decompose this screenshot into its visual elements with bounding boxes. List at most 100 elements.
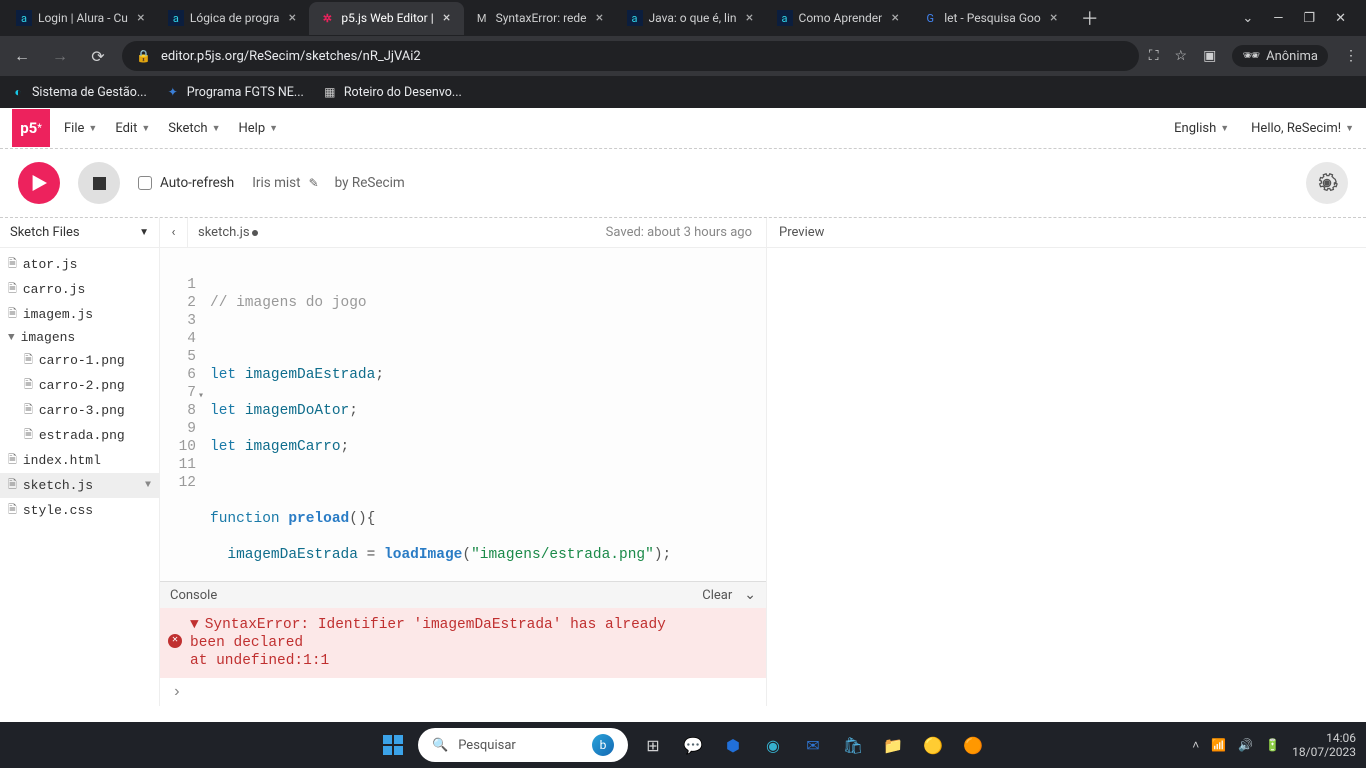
console-error: ✕ ▼SyntaxError: Identifier 'imagemDaEstr…: [160, 608, 766, 678]
file-item[interactable]: 🗎index.html: [0, 448, 159, 473]
chevron-down-icon[interactable]: ▼: [145, 480, 151, 491]
browser-tab-active[interactable]: ✲ p5.js Web Editor | ×: [309, 2, 463, 35]
file-item[interactable]: 🗎carro.js: [0, 277, 159, 302]
file-item[interactable]: 🗎carro-3.png: [0, 398, 159, 423]
maximize-icon[interactable]: ❐: [1303, 11, 1315, 26]
pencil-icon[interactable]: ✎: [309, 176, 319, 190]
minimize-icon[interactable]: ―: [1273, 11, 1283, 26]
search-icon: 🔍: [432, 738, 448, 753]
explorer-icon[interactable]: 📁: [878, 730, 908, 760]
auto-refresh-toggle[interactable]: Auto-refresh: [138, 175, 234, 191]
browser-tab[interactable]: a Como Aprender ×: [767, 2, 913, 35]
sketch-files-header[interactable]: Sketch Files ▼: [0, 218, 159, 248]
taskbar-search[interactable]: 🔍 Pesquisar b: [418, 728, 628, 762]
menu-edit[interactable]: Edit▼: [115, 121, 150, 136]
forward-button[interactable]: →: [46, 42, 74, 70]
star-icon[interactable]: ☆: [1175, 48, 1188, 64]
file-item[interactable]: 🗎ator.js: [0, 252, 159, 277]
settings-button[interactable]: [1306, 162, 1348, 204]
code-content[interactable]: // imagens do jogo let imagemDaEstrada; …: [202, 248, 671, 581]
chevron-down-icon[interactable]: ⌄: [1242, 11, 1253, 26]
file-item[interactable]: 🗎carro-2.png: [0, 373, 159, 398]
store-icon[interactable]: 🛍: [838, 730, 868, 760]
mail-icon[interactable]: ✉: [798, 730, 828, 760]
close-icon[interactable]: ×: [134, 11, 148, 25]
start-button[interactable]: [378, 730, 408, 760]
sketch-name-label[interactable]: Iris mist: [252, 175, 300, 191]
bookmark-item[interactable]: ▦ Roteiro do Desenvo...: [322, 84, 462, 100]
collapse-panel-button[interactable]: ‹: [160, 218, 188, 248]
clock[interactable]: 14:06 18/07/2023: [1292, 731, 1356, 759]
file-item[interactable]: 🗎estrada.png: [0, 423, 159, 448]
alura-icon: a: [16, 10, 32, 26]
close-icon[interactable]: ×: [440, 11, 454, 25]
dropbox-icon[interactable]: ⬢: [718, 730, 748, 760]
alura-icon: a: [777, 10, 793, 26]
close-icon[interactable]: ×: [1047, 11, 1061, 25]
p5-icon: ✲: [319, 10, 335, 26]
sidepanel-icon[interactable]: ▣: [1203, 48, 1216, 64]
file-item-active[interactable]: 🗎sketch.js▼: [0, 473, 159, 498]
chrome-icon[interactable]: 🟡: [918, 730, 948, 760]
close-icon[interactable]: ×: [743, 11, 757, 25]
address-bar[interactable]: 🔒 editor.p5js.org/ReSecim/sketches/nR_Jj…: [122, 41, 1139, 71]
saved-status: Saved: about 3 hours ago: [606, 225, 766, 240]
console-panel: Console Clear ⌄ ✕ ▼SyntaxError: Identifi…: [160, 581, 766, 706]
chat-icon[interactable]: 💬: [678, 730, 708, 760]
chevron-down-icon[interactable]: ▼: [139, 227, 149, 238]
menu-file[interactable]: File▼: [64, 121, 97, 136]
active-filename: sketch.js: [188, 225, 268, 240]
tray-chevron-icon[interactable]: ˄: [1192, 738, 1199, 752]
profile-chip[interactable]: 🕶 Anônima: [1232, 45, 1328, 67]
translate-icon[interactable]: ⛶: [1149, 48, 1159, 64]
back-button[interactable]: ←: [8, 42, 36, 70]
error-icon: ✕: [168, 634, 182, 648]
chevron-down-icon[interactable]: ⌄: [744, 587, 756, 603]
browser-tab[interactable]: a Java: o que é, lin ×: [617, 2, 767, 35]
close-icon[interactable]: ×: [593, 11, 607, 25]
wifi-icon[interactable]: 📶: [1211, 738, 1226, 752]
browser-tab[interactable]: G let - Pesquisa Goo ×: [912, 2, 1070, 35]
browser-tab[interactable]: M SyntaxError: rede ×: [464, 2, 617, 35]
console-input[interactable]: ›: [160, 678, 766, 706]
tab-title: Lógica de progra: [190, 11, 279, 25]
menu-user[interactable]: Hello, ReSecim!▼: [1251, 121, 1354, 136]
stop-button[interactable]: [78, 162, 120, 204]
bookmark-icon: ▦: [322, 84, 338, 100]
volume-icon[interactable]: 🔊: [1238, 738, 1253, 752]
chrome-canary-icon[interactable]: 🟠: [958, 730, 988, 760]
kebab-menu-icon[interactable]: ⋮: [1344, 48, 1358, 64]
menu-sketch[interactable]: Sketch▼: [168, 121, 220, 136]
bing-icon[interactable]: b: [592, 734, 614, 756]
folder-item[interactable]: ▼imagens: [0, 327, 159, 348]
file-item[interactable]: 🗎style.css: [0, 498, 159, 523]
task-view-icon[interactable]: ⊞: [638, 730, 668, 760]
battery-icon[interactable]: 🔋: [1265, 738, 1280, 752]
code-editor[interactable]: 1234567▾89101112 // imagens do jogo let …: [160, 248, 766, 581]
menu-help[interactable]: Help▼: [238, 121, 278, 136]
reload-button[interactable]: ⟳: [84, 42, 112, 70]
tab-title: Java: o que é, lin: [649, 11, 737, 25]
file-icon: 🗎: [24, 351, 33, 370]
new-tab-button[interactable]: ＋: [1071, 5, 1109, 31]
bookmark-item[interactable]: ✦ Programa FGTS NE...: [165, 84, 304, 100]
browser-tab[interactable]: a Login | Alura - Cu ×: [6, 2, 158, 35]
file-icon: 🗎: [8, 255, 17, 274]
play-button[interactable]: [18, 162, 60, 204]
tab-title: Como Aprender: [799, 11, 883, 25]
menu-language[interactable]: English▼: [1174, 121, 1229, 136]
author-label: by ReSecim: [335, 175, 405, 191]
bookmark-icon: ◐: [10, 84, 26, 100]
p5-logo[interactable]: p5*: [12, 109, 50, 147]
browser-tab[interactable]: a Lógica de progra ×: [158, 2, 309, 35]
file-item[interactable]: 🗎imagem.js: [0, 302, 159, 327]
file-item[interactable]: 🗎carro-1.png: [0, 348, 159, 373]
checkbox-icon[interactable]: [138, 176, 152, 190]
edge-icon[interactable]: ◉: [758, 730, 788, 760]
console-title: Console: [170, 588, 217, 603]
clear-console-button[interactable]: Clear: [702, 588, 732, 603]
bookmark-item[interactable]: ◐ Sistema de Gestão...: [10, 84, 147, 100]
close-window-icon[interactable]: ✕: [1335, 11, 1346, 26]
close-icon[interactable]: ×: [285, 11, 299, 25]
close-icon[interactable]: ×: [888, 11, 902, 25]
